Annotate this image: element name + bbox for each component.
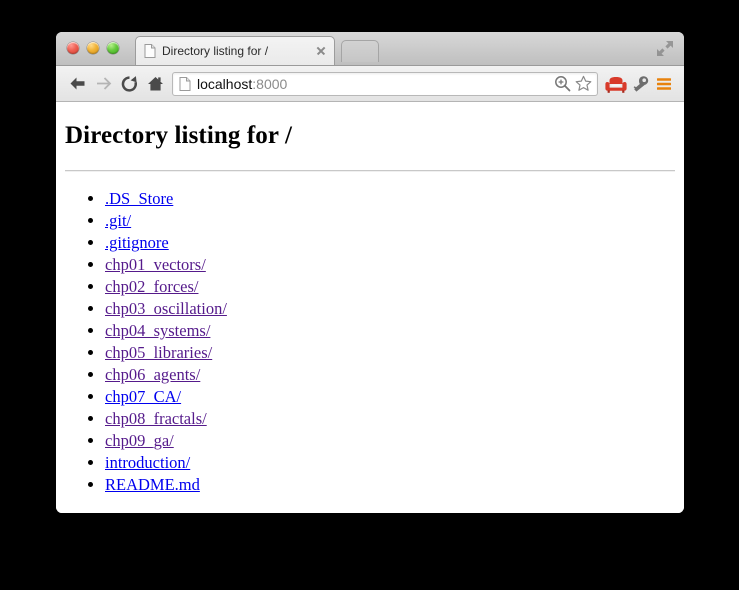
window-controls (67, 42, 119, 54)
page-title: Directory listing for / (65, 122, 293, 149)
pocket-armchair-icon[interactable] (604, 72, 628, 96)
page-document-icon (179, 76, 191, 91)
directory-link[interactable]: chp02_forces/ (105, 277, 198, 296)
list-item: .git/ (105, 210, 675, 232)
directory-link[interactable]: README.md (105, 475, 200, 494)
url-port: :8000 (252, 75, 288, 92)
minimize-window-button[interactable] (87, 42, 99, 54)
tab-directory-listing[interactable]: Directory listing for / (135, 36, 335, 65)
home-button[interactable] (142, 71, 168, 97)
browser-toolbar: localhost:8000 (56, 66, 684, 102)
directory-link[interactable]: .gitignore (105, 233, 169, 252)
directory-link[interactable]: chp08_fractals/ (105, 409, 207, 428)
bookmark-star-icon[interactable] (574, 74, 593, 93)
address-bar[interactable]: localhost:8000 (172, 71, 598, 96)
forward-button[interactable] (90, 71, 116, 97)
maximize-window-button[interactable] (107, 42, 119, 54)
close-window-button[interactable] (67, 42, 79, 54)
directory-link[interactable]: .git/ (105, 211, 131, 230)
list-item: chp09_ga/ (105, 430, 675, 452)
page-document-icon (144, 44, 156, 58)
browser-window: Directory listing for / localhost:8000 D… (56, 32, 684, 513)
url-text[interactable]: localhost:8000 (197, 76, 551, 92)
list-item: chp02_forces/ (105, 276, 675, 298)
list-item: chp07_CA/ (105, 386, 675, 408)
list-item: .gitignore (105, 232, 675, 254)
list-item: introduction/ (105, 452, 675, 474)
hamburger-menu-icon[interactable] (652, 72, 676, 96)
close-icon[interactable] (314, 44, 328, 58)
page-viewport: Directory listing for / .DS_Store .git/ .g… (56, 102, 684, 513)
list-item: chp03_oscillation/ (105, 298, 675, 320)
directory-link[interactable]: chp07_CA/ (105, 387, 181, 406)
back-button[interactable] (64, 71, 90, 97)
list-item: chp08_fractals/ (105, 408, 675, 430)
directory-link[interactable]: chp09_ga/ (105, 431, 174, 450)
directory-link[interactable]: .DS_Store (105, 189, 173, 208)
directory-link[interactable]: chp06_agents/ (105, 365, 200, 384)
list-item: chp01_vectors/ (105, 254, 675, 276)
reload-button[interactable] (116, 71, 142, 97)
list-item: README.md (105, 474, 675, 496)
horizontal-rule (65, 170, 675, 172)
key-icon[interactable] (628, 72, 652, 96)
directory-link[interactable]: chp04_systems/ (105, 321, 210, 340)
tab-title: Directory listing for / (162, 44, 269, 58)
zoom-magnifier-plus-icon[interactable] (553, 74, 572, 93)
url-host: localhost (197, 75, 253, 92)
directory-listing: .DS_Store .git/ .gitignore chp01_vectors/ch… (65, 188, 675, 496)
list-item: .DS_Store (105, 188, 675, 210)
list-item: chp04_systems/ (105, 320, 675, 342)
directory-link[interactable]: chp05_libraries/ (105, 343, 212, 362)
directory-link[interactable]: chp03_oscillation/ (105, 299, 227, 318)
directory-link[interactable]: introduction/ (105, 453, 190, 472)
list-item: chp06_agents/ (105, 364, 675, 386)
fullscreen-expand-icon[interactable] (656, 40, 674, 57)
directory-link[interactable]: chp01_vectors/ (105, 255, 206, 274)
list-item: chp05_libraries/ (105, 342, 675, 364)
tab-strip: Directory listing for / (56, 32, 684, 66)
new-tab-button[interactable] (341, 40, 379, 62)
